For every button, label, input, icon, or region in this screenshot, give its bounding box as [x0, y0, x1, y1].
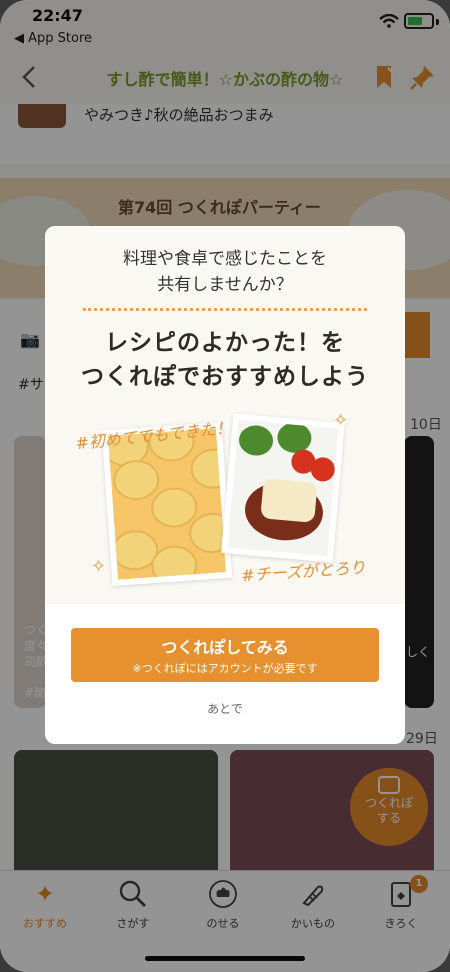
hashtag-label: #チーズがとろり: [240, 557, 367, 586]
dialog-question: 料理や食卓で感じたことを 共有しませんか？: [123, 249, 327, 295]
dotted-divider: [83, 308, 367, 311]
try-tsukurepo-button[interactable]: つくれぽしてみる ※つくれぽにはアカウントが必要です: [71, 628, 379, 682]
sparkle-icon: ✧: [333, 410, 349, 431]
app-screen: 22:47 ◀ App Store すし酢で簡単！☆かぶの酢の物☆ やみつき♪秋…: [0, 0, 450, 972]
dialog-headline: レシピのよかった！を つくれぽでおすすめしよう: [81, 330, 369, 390]
cta-note: ※つくれぽにはアカウントが必要です: [132, 662, 318, 675]
dialog-illustration-area: 料理や食卓で感じたことを 共有しませんか？ レシピのよかった！を つくれぽでおす…: [45, 226, 405, 604]
sparkle-icon: ✧: [91, 556, 107, 577]
cta-label: つくれぽしてみる: [161, 638, 289, 657]
hamburg-steak-photo: [221, 413, 345, 563]
later-button[interactable]: あとで: [45, 700, 405, 717]
tsukurepo-promo-dialog: 料理や食卓で感じたことを 共有しませんか？ レシピのよかった！を つくれぽでおす…: [45, 226, 405, 744]
